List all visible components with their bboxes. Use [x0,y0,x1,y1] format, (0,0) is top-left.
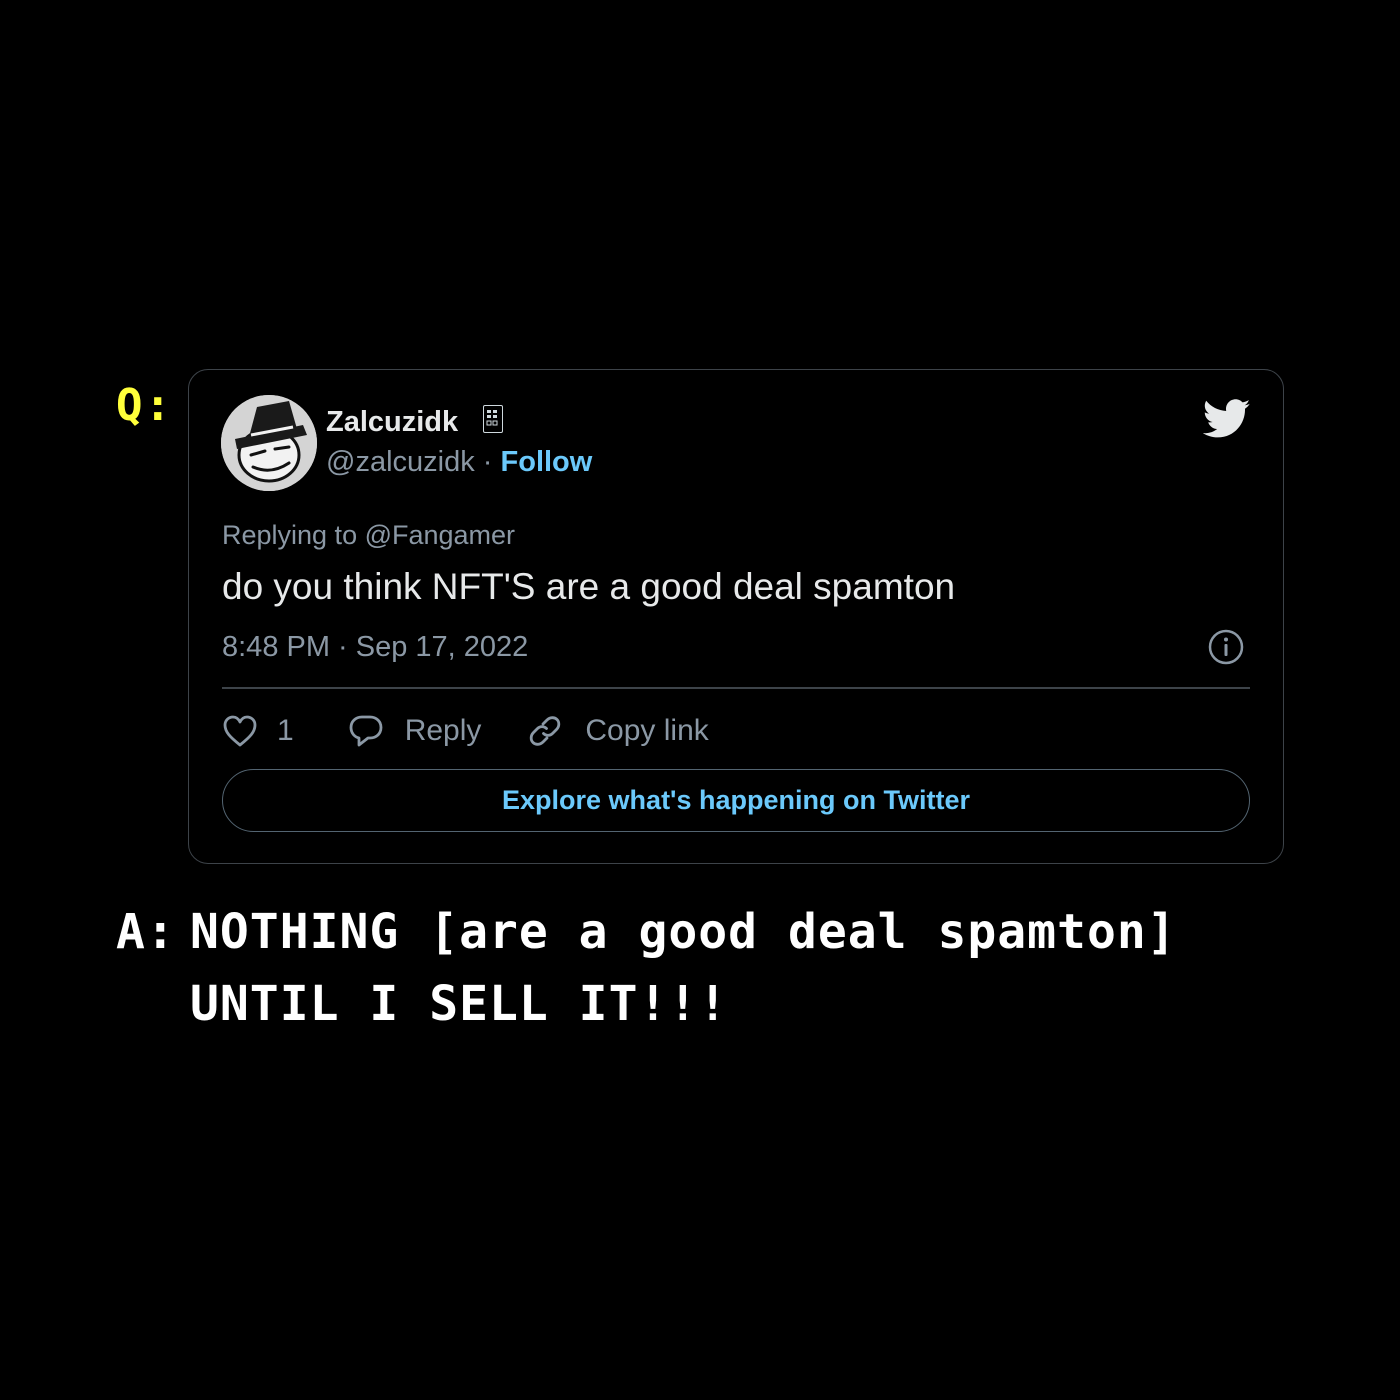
answer-text-line-1: NOTHING [are a good deal spamton] [190,904,1177,960]
divider [222,687,1250,689]
like-count: 1 [277,714,294,747]
follow-button[interactable]: Follow [501,446,593,478]
tweet-card[interactable]: Zalcuzidk @zalcuzidk · Follow Replying t… [188,369,1284,864]
avatar[interactable] [221,395,317,491]
twitter-bird-icon[interactable] [1203,399,1251,439]
tweet-timestamp[interactable]: 8:48 PM · Sep 17, 2022 [222,631,528,664]
reply-button[interactable]: Reply [348,714,482,748]
handle-separator: · [482,446,493,478]
link-icon [530,716,561,746]
reply-label: Reply [404,714,482,747]
profile-badge-icon [483,405,503,433]
info-icon[interactable] [1207,628,1245,666]
tweet-text: do you think NFT'S are a good deal spamt… [222,566,956,607]
answer-line-1: A: NOTHING [are a good deal spamton] [116,896,1177,968]
like-button[interactable]: 1 [222,714,294,748]
user-handle[interactable]: @zalcuzidk [326,446,475,478]
display-name[interactable]: Zalcuzidk [326,406,458,439]
answer-line-2: UNTIL I SELL IT!!! [116,968,1177,1040]
handle-row: @zalcuzidk · Follow [326,446,592,479]
answer-label: A: [116,904,176,960]
copy-link-label: Copy link [585,714,709,747]
tweet-actions: 1 Reply Copy link [222,708,709,754]
answer-block: A: NOTHING [are a good deal spamton] UNTI… [116,896,1177,1040]
copy-link-button[interactable]: Copy link [527,713,709,749]
heart-icon [223,715,257,747]
question-label: Q: [116,380,173,431]
answer-text-line-2: UNTIL I SELL IT!!! [190,976,729,1032]
reply-bubble-icon [349,715,383,747]
explore-button[interactable]: Explore what's happening on Twitter [222,769,1250,832]
reply-context[interactable]: Replying to @Fangamer [222,520,515,551]
